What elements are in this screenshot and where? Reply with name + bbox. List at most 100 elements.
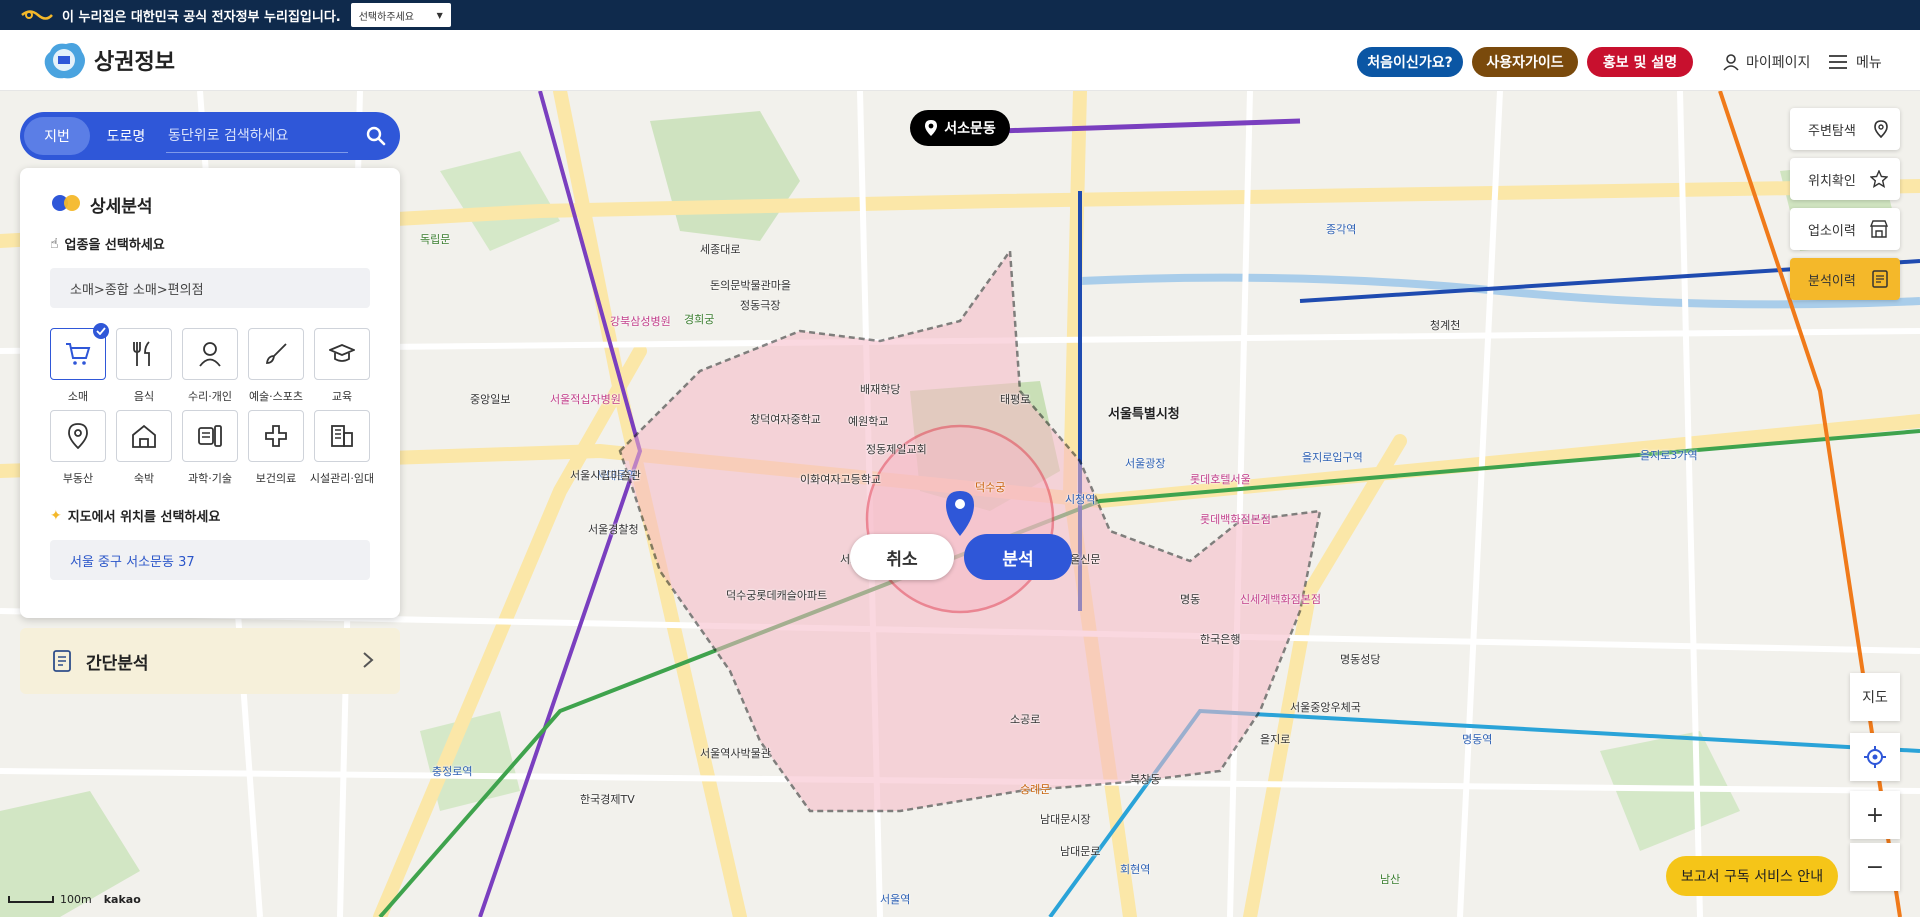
map-label: 덕수궁롯데캐슬아파트 [726,589,828,602]
category-retail[interactable]: 소매 [50,323,109,404]
crosshair-icon [1864,746,1886,768]
category-science-tech[interactable]: 과학·기술 [182,410,238,486]
user-icon [1723,54,1739,71]
tab-jibun[interactable]: 지번 [24,117,90,155]
business-history-button[interactable]: 업소이력 [1790,208,1900,250]
document-icon [53,650,71,672]
category-box [314,328,370,380]
category-label: 음식 [133,390,155,403]
map-label: 충정로역 [432,765,473,778]
store-icon [1870,220,1888,238]
search-icon [366,126,386,146]
analysis-logo-icon [52,195,80,211]
analyze-button[interactable]: 분석 [964,534,1072,580]
gov-banner-text: 이 누리집은 대한민국 공식 전자정부 누리집입니다. [62,9,341,25]
nearby-explore-button[interactable]: 주변탐색 [1790,108,1900,150]
map-label: 창덕여자중학교 [750,413,821,426]
map-label: 서울역사박물관 [700,747,771,760]
category-healthcare[interactable]: 보건의료 [248,410,304,486]
map-label: 명동역 [1462,733,1493,746]
selected-address[interactable]: 서울 중구 서소문동 37 [50,540,370,580]
location-check-button[interactable]: 위치확인 [1790,158,1900,200]
star-icon [1870,170,1888,188]
category-box [182,328,238,380]
map-label: 롯데백화점본점 [1200,513,1271,526]
menu-button[interactable]: 메뉴 [1828,47,1882,77]
category-box [182,410,238,462]
dong-location-chip[interactable]: 서소문동 [910,110,1010,146]
search-button[interactable] [358,118,394,154]
map-label: 돈의문박물관마을 [710,279,791,292]
category-education[interactable]: 교육 [314,328,370,404]
map-label: 서울시립미술관 [570,469,641,482]
hamburger-icon [1829,55,1847,69]
map-label: 서울역 [880,893,911,906]
map-label: 회현역 [1120,863,1151,876]
category-food[interactable]: 음식 [116,328,172,404]
simple-analysis-button[interactable]: 간단분석 [20,628,400,694]
category-label: 과학·기술 [188,472,232,485]
map-label: 남산 [1380,873,1401,886]
menu-label: 메뉴 [1856,55,1882,71]
house-icon [132,424,156,448]
report-subscription-button[interactable]: 보고서 구독 서비스 안내 [1666,856,1838,896]
site-logo[interactable] [40,38,88,82]
detail-analysis-panel: 상세분석 ☝ 업종을 선택하세요 소매>종합 소매>편의점 소매 음식 수리·개… [20,168,400,618]
chevron-right-icon [363,652,374,668]
map-label: 한국경제TV [580,793,635,806]
category-facility-rental[interactable]: 시설관리·임대 [310,410,374,486]
map-label: 남대문시장 [1040,813,1091,826]
map-label: 예원학교 [848,415,889,428]
step-location-label: 지도에서 위치를 선택하세요 [67,510,221,525]
scale-bar [8,896,54,903]
category-real-estate[interactable]: 부동산 [50,410,106,486]
zoom-in-button[interactable]: + [1850,791,1900,839]
map-label: 배재학당 [860,383,901,396]
mypage-link[interactable]: 마이페이지 [1722,47,1810,77]
panel-title: 상세분석 [90,197,153,217]
zoom-out-button[interactable]: − [1850,843,1900,891]
location-pin-icon [925,120,938,136]
map-type-toggle[interactable]: 지도 [1850,673,1900,721]
medical-cross-icon [265,425,287,447]
tab-road-name[interactable]: 도로명 [90,117,162,155]
business-category-select[interactable]: 소매>종합 소매>편의점 [50,268,370,308]
simple-analysis-label: 간단분석 [86,653,149,674]
map-label: 을지로 [1260,733,1291,746]
pointing-hand-icon: ☝ [50,235,59,252]
check-icon [93,323,109,339]
site-title[interactable]: 상권정보 [94,44,175,76]
map-label: 남대문로 [1060,845,1101,858]
map-label: 태평로 [1000,393,1031,406]
category-box [50,410,106,462]
current-location-button[interactable] [1850,733,1900,781]
chevron-down-icon: ▼ [436,10,443,20]
category-box [116,410,172,462]
category-lodging[interactable]: 숙박 [116,410,172,486]
map-label: 명동 [1180,593,1201,606]
search-input[interactable] [166,119,348,153]
map-label: 북창동 [1130,773,1161,786]
cart-icon [66,343,91,365]
promo-button[interactable]: 홍보 및 설명 [1587,47,1693,77]
map-label: 서울경찰청 [588,523,639,536]
map-scale: 100m kakao [8,893,141,906]
map-label: 경희궁 [684,313,715,326]
category-box [116,328,172,380]
gov-select-label: 선택하주세요 [358,11,414,23]
user-guide-button[interactable]: 사용자가이드 [1472,47,1578,77]
brush-icon [265,343,287,364]
building-icon [331,425,353,447]
category-box [50,323,109,380]
cancel-button[interactable]: 취소 [850,534,954,580]
first-visit-button[interactable]: 처음이신가요? [1357,47,1463,77]
analysis-history-button[interactable]: 분석이력 [1790,258,1900,300]
map-label: 이화여자고등학교 [800,473,881,486]
sparkle-icon: ✦ [50,507,62,524]
analysis-history-label: 분석이력 [1808,273,1856,289]
category-label: 예술·스포츠 [248,390,304,403]
category-arts-sports[interactable]: 예술·스포츠 [248,328,304,404]
category-repair-personal[interactable]: 수리·개인 [182,328,238,404]
gov-site-select[interactable]: 선택하주세요 ▼ [350,3,451,27]
address-search-bar: 지번 도로명 [20,112,400,160]
